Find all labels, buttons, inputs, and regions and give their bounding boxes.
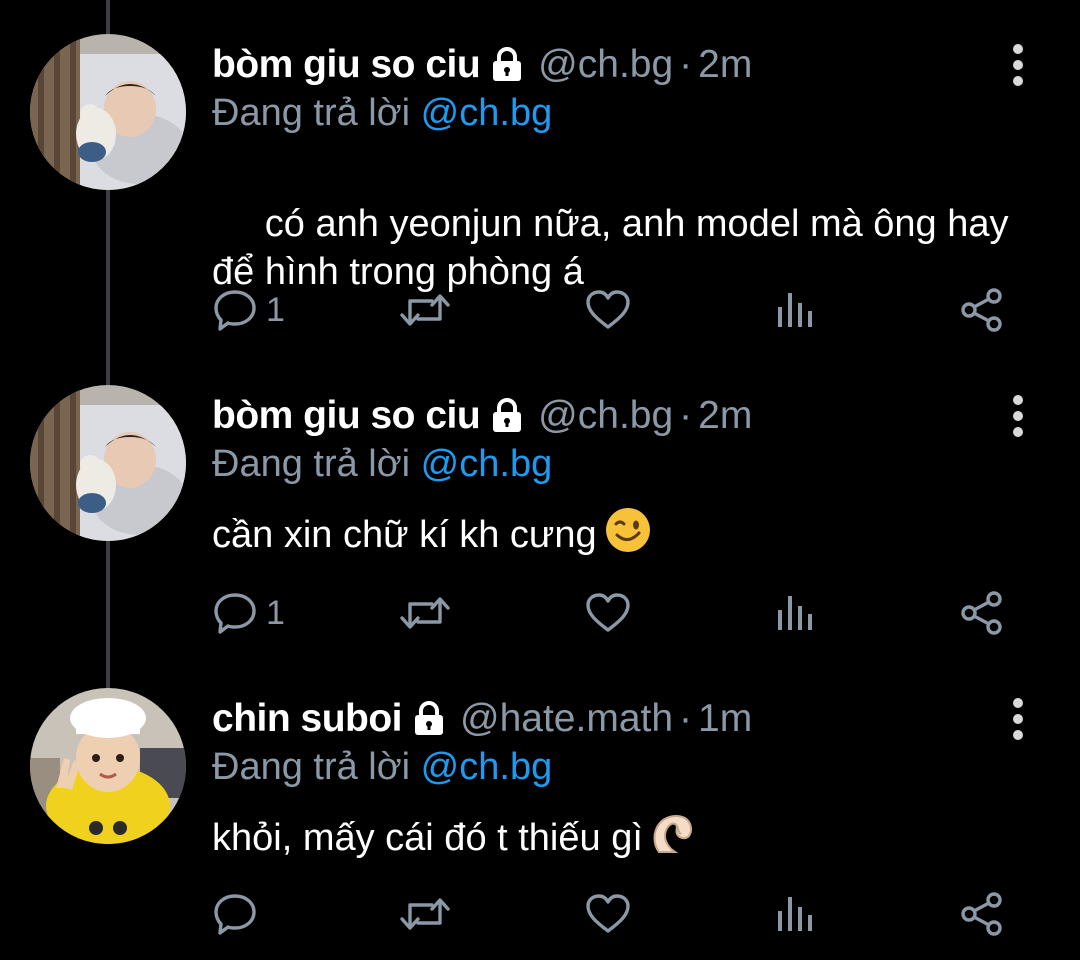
retweet-icon (400, 898, 450, 930)
avatar[interactable] (30, 385, 186, 541)
replying-to: Đang trả lời @ch.bg (212, 441, 552, 487)
display-name[interactable]: chin suboi (212, 696, 403, 742)
display-name[interactable]: bòm giu so ciu (212, 42, 481, 88)
handle[interactable]: @hate.math (460, 696, 673, 742)
tweet-header: bòm giu so ciu @ch.bg · 2m (212, 42, 752, 88)
like-button[interactable] (584, 583, 632, 643)
like-button[interactable] (584, 280, 632, 340)
reply-button[interactable] (212, 884, 266, 944)
replying-to: Đang trả lời @ch.bg (212, 744, 552, 790)
analytics-button[interactable] (774, 583, 818, 643)
reply-icon (214, 290, 256, 331)
tweet-header: bòm giu so ciu @ch.bg · 2m (212, 393, 752, 439)
tweet-header: chin suboi @hate.math · 1m (212, 696, 752, 742)
retweet-icon (400, 597, 450, 629)
thread-line-top (106, 0, 110, 34)
analytics-icon (778, 897, 812, 931)
heart-icon (586, 290, 630, 329)
more-vertical-icon[interactable] (998, 40, 1038, 90)
tweet-text: khỏi, mấy cái đó t thiếu gì (212, 808, 1052, 870)
pinching-hand-emoji (649, 808, 697, 870)
reply-icon (214, 593, 256, 634)
reply-mention[interactable]: @ch.bg (421, 746, 553, 788)
retweet-icon (400, 294, 450, 326)
separator: · (679, 394, 693, 437)
retweet-button[interactable] (398, 280, 452, 340)
handle[interactable]: @ch.bg (538, 42, 673, 88)
action-bar: 1 (0, 280, 1080, 340)
retweet-button[interactable] (398, 884, 452, 944)
separator: · (679, 43, 693, 86)
reply-mention[interactable]: @ch.bg (421, 443, 553, 485)
timestamp[interactable]: 2m (698, 42, 752, 88)
timestamp[interactable]: 2m (698, 393, 752, 439)
lock-icon (488, 397, 526, 435)
more-vertical-icon[interactable] (998, 694, 1038, 744)
separator: · (679, 697, 693, 740)
child-chef-hat-avatar (30, 688, 186, 844)
replying-to: Đang trả lời @ch.bg (212, 90, 552, 136)
share-icon (961, 892, 1002, 936)
reply-count: 1 (266, 593, 285, 632)
reply-button[interactable]: 1 (212, 583, 285, 643)
reply-button[interactable]: 1 (212, 280, 285, 340)
analytics-button[interactable] (774, 280, 818, 340)
lock-icon (410, 700, 448, 738)
share-button[interactable] (958, 884, 1006, 944)
share-icon (961, 288, 1002, 332)
share-icon (961, 591, 1002, 635)
lock-icon (488, 46, 526, 84)
baby-sleeping-avatar (30, 385, 186, 541)
reply-count: 1 (266, 290, 285, 329)
replying-to-label: Đang trả lời (212, 443, 411, 485)
like-button[interactable] (584, 884, 632, 944)
baby-sleeping-avatar (30, 34, 186, 190)
avatar[interactable] (30, 688, 186, 844)
heart-icon (586, 894, 630, 933)
heart-icon (586, 593, 630, 632)
action-bar (0, 884, 1080, 944)
share-button[interactable] (958, 583, 1006, 643)
replying-to-label: Đang trả lời (212, 746, 411, 788)
handle[interactable]: @ch.bg (538, 393, 673, 439)
reply-mention[interactable]: @ch.bg (421, 92, 553, 134)
winking-face-emoji (603, 505, 653, 567)
timestamp[interactable]: 1m (698, 696, 752, 742)
tweet-text: cần xin chữ kí kh cưng (212, 505, 1052, 567)
tweet-text-content: cần xin chữ kí kh cưng (212, 514, 597, 556)
replying-to-label: Đang trả lời (212, 92, 411, 134)
retweet-button[interactable] (398, 583, 452, 643)
reply-icon (214, 894, 256, 935)
avatar[interactable] (30, 34, 186, 190)
display-name[interactable]: bòm giu so ciu (212, 393, 481, 439)
analytics-icon (778, 596, 812, 630)
more-vertical-icon[interactable] (998, 391, 1038, 441)
analytics-icon (778, 293, 812, 327)
analytics-button[interactable] (774, 884, 818, 944)
share-button[interactable] (958, 280, 1006, 340)
tweet-text-content: khỏi, mấy cái đó t thiếu gì (212, 817, 643, 859)
action-bar: 1 (0, 583, 1080, 643)
